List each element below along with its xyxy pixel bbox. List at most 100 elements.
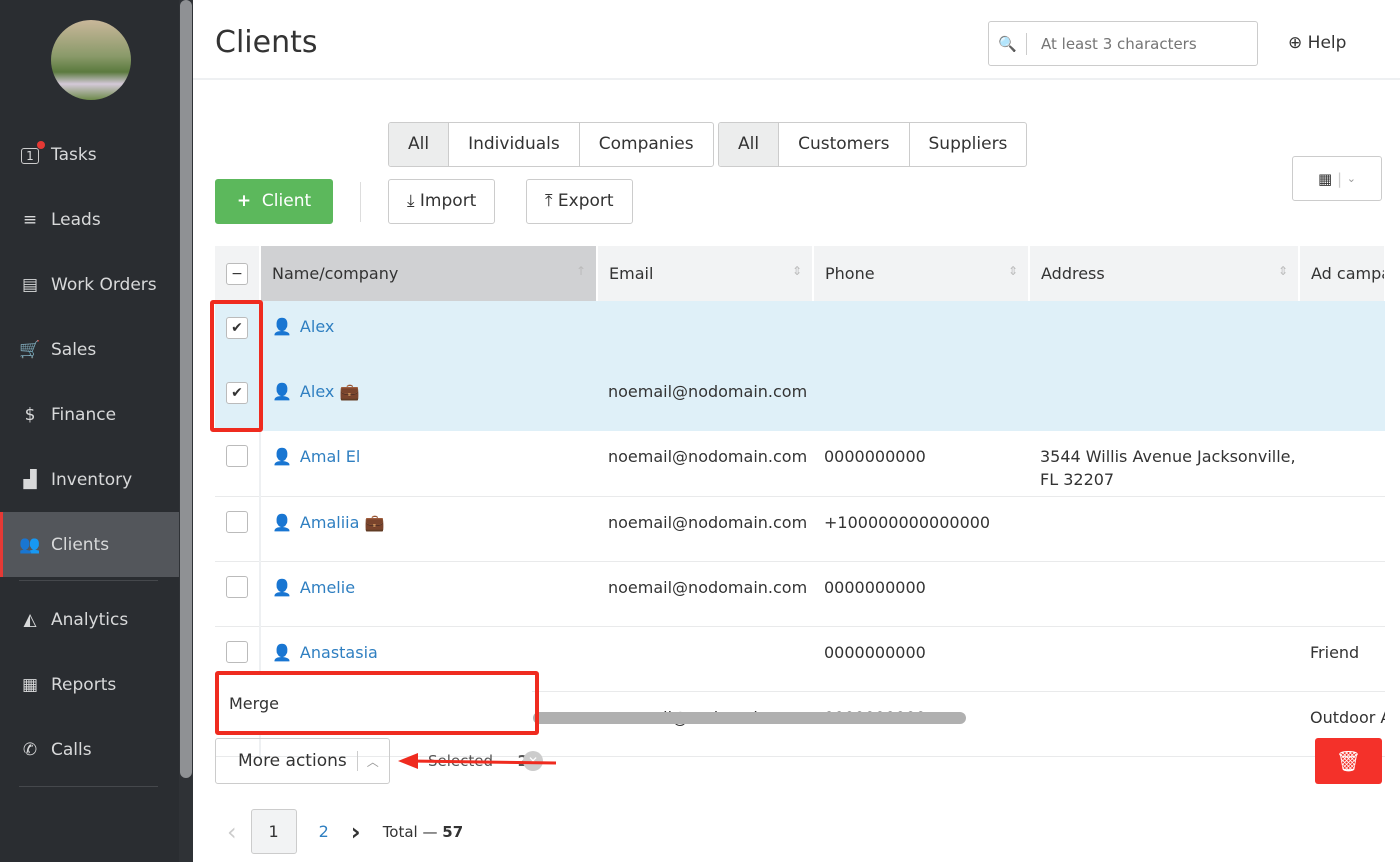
filter-all-relations[interactable]: All xyxy=(719,123,780,166)
client-name-link[interactable]: Amal El xyxy=(300,447,360,466)
sidebar-item-sales[interactable]: 🛒 Sales xyxy=(0,317,179,382)
filter-individuals[interactable]: Individuals xyxy=(449,123,580,166)
sidebar-item-label: Sales xyxy=(51,339,97,360)
client-name-link[interactable]: Anastasia xyxy=(300,643,378,662)
address-cell xyxy=(1029,301,1299,366)
sidebar-item-leads[interactable]: ≡ Leads xyxy=(0,187,179,252)
column-address[interactable]: Address ⇕ xyxy=(1029,246,1300,301)
email-cell: noemail@nodomain.com xyxy=(597,496,813,562)
highlight-box xyxy=(210,300,263,432)
filter-all[interactable]: All xyxy=(389,123,450,166)
select-all-checkbox[interactable]: − xyxy=(226,262,248,285)
work-orders-icon: ▤ xyxy=(21,274,39,295)
annotation-arrow-icon xyxy=(398,753,557,769)
page-1[interactable]: 1 xyxy=(250,809,297,854)
client-name-link[interactable]: Amaliia xyxy=(300,513,359,532)
phone-cell xyxy=(813,366,1029,431)
table-row[interactable]: 👤 Amaliia 💼 noemail@nodomain.com +1000000… xyxy=(215,496,1385,562)
pagination: ‹ 1 2 › Total — 57 xyxy=(215,809,463,854)
add-client-button[interactable]: + Client xyxy=(215,179,333,224)
sidebar-item-label: Clients xyxy=(51,534,110,555)
person-icon: 👤 xyxy=(272,577,292,597)
export-icon: ⤒ xyxy=(545,191,553,211)
horizontal-scrollbar[interactable] xyxy=(533,712,966,724)
sidebar-item-tasks[interactable]: 1 Tasks xyxy=(0,122,179,187)
prev-page-icon[interactable]: ‹ xyxy=(227,818,237,846)
phone-icon: ✆ xyxy=(22,739,38,760)
filter-suppliers[interactable]: Suppliers xyxy=(910,123,1027,166)
import-button[interactable]: ⤓ Import xyxy=(388,179,496,224)
divider xyxy=(360,182,361,222)
chevron-up-icon: ︿ xyxy=(366,754,379,769)
scrollbar-thumb[interactable] xyxy=(180,0,192,778)
sort-icon: ⇕ xyxy=(791,264,802,278)
phone-cell: 0000000000 xyxy=(813,431,1029,497)
column-name[interactable]: Name/company ↑ xyxy=(260,246,598,301)
ad-campaign-cell xyxy=(1299,366,1385,431)
table-row[interactable]: ✔ 👤 Alex xyxy=(215,301,1385,366)
address-cell xyxy=(1029,561,1299,627)
client-name-link[interactable]: Alex xyxy=(300,317,334,336)
sidebar-item-label: Tasks xyxy=(51,144,97,165)
row-checkbox[interactable] xyxy=(226,445,248,467)
table-grid-icon: ▦ xyxy=(1317,169,1333,188)
users-icon: 👥 xyxy=(19,534,41,555)
sidebar-item-calls[interactable]: ✆ Calls xyxy=(0,717,179,782)
sidebar-item-analytics[interactable]: ◭ Analytics xyxy=(0,587,179,652)
phone-cell: 0000000000 xyxy=(813,626,1029,692)
table-row[interactable]: ✔ 👤 Alex 💼 noemail@nodomain.com xyxy=(215,366,1385,431)
page-2[interactable]: 2 xyxy=(319,822,329,841)
filter-customers[interactable]: Customers xyxy=(779,123,910,166)
search-box[interactable]: 🔍 xyxy=(988,21,1258,66)
row-checkbox[interactable] xyxy=(226,640,248,663)
delete-button[interactable]: 🗑 xyxy=(1315,738,1382,784)
next-page-icon[interactable]: › xyxy=(351,818,361,846)
person-icon: 👤 xyxy=(272,317,292,336)
export-button[interactable]: ⤒ Export xyxy=(526,179,633,224)
plus-icon: + xyxy=(236,191,252,211)
reports-icon: ▦ xyxy=(21,674,39,695)
client-name-link[interactable]: Amelie xyxy=(300,578,355,597)
briefcase-icon: 💼 xyxy=(364,512,385,532)
table-row[interactable]: 👤 Amal El noemail@nodomain.com 0000000000… xyxy=(215,431,1385,497)
address-cell xyxy=(1029,496,1299,562)
help-button[interactable]: ⊕ Help xyxy=(1288,33,1346,53)
row-checkbox[interactable] xyxy=(226,510,248,533)
more-actions-label: More actions xyxy=(216,751,358,771)
boxes-icon: ▟ xyxy=(23,469,37,490)
add-client-label: Client xyxy=(261,191,312,211)
phone-cell: 0000000000 xyxy=(813,561,1029,627)
address-cell xyxy=(1029,626,1299,692)
view-toggle-button[interactable]: ▦ | ⌄ xyxy=(1292,156,1382,201)
select-all-header: − xyxy=(215,246,261,301)
help-label: Help xyxy=(1307,33,1347,53)
trash-icon: 🗑 xyxy=(1335,749,1362,773)
column-email[interactable]: Email ⇕ xyxy=(597,246,814,301)
import-label: Import xyxy=(419,191,477,211)
sidebar-item-work-orders[interactable]: ▤ Work Orders xyxy=(0,252,179,317)
type-filter: All Individuals Companies xyxy=(388,122,714,167)
sidebar-item-finance[interactable]: $ Finance xyxy=(0,382,179,447)
email-cell: noemail@nodomain.com xyxy=(597,561,813,627)
row-checkbox[interactable] xyxy=(226,575,248,598)
avatar[interactable] xyxy=(51,20,131,100)
sidebar: 1 Tasks ≡ Leads ▤ Work Orders 🛒 Sales $ Finance ▟ I… xyxy=(0,0,193,862)
sidebar-item-reports[interactable]: ▦ Reports xyxy=(0,652,179,717)
client-name-link[interactable]: Alex xyxy=(300,382,334,401)
email-cell xyxy=(597,626,813,692)
sidebar-item-label: Leads xyxy=(51,209,101,230)
chevron-down-icon: ⌄ xyxy=(1346,172,1357,185)
person-icon: 👤 xyxy=(272,512,292,532)
divider xyxy=(19,786,158,787)
table-row[interactable]: 👤 Amelie noemail@nodomain.com 0000000000 xyxy=(215,561,1385,627)
search-input[interactable] xyxy=(1041,34,1241,53)
sidebar-item-clients[interactable]: 👥 Clients xyxy=(0,512,179,577)
filter-companies[interactable]: Companies xyxy=(580,123,713,166)
column-phone[interactable]: Phone ⇕ xyxy=(813,246,1030,301)
sidebar-scrollbar[interactable] xyxy=(179,0,193,862)
sidebar-item-inventory[interactable]: ▟ Inventory xyxy=(0,447,179,512)
column-ad-campaign[interactable]: Ad campa xyxy=(1299,246,1386,301)
funnel-icon: ≡ xyxy=(22,209,38,230)
search-icon: 🔍 xyxy=(989,32,1027,55)
more-actions-button[interactable]: More actions ︿ xyxy=(215,738,390,784)
